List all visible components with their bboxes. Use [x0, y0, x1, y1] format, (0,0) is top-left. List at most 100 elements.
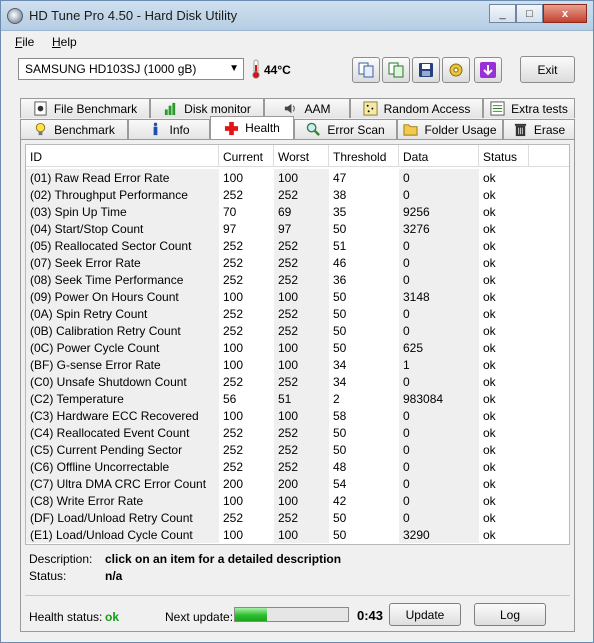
- menu-help[interactable]: Help: [52, 35, 77, 49]
- header-data[interactable]: Data: [399, 145, 479, 167]
- cell-worst: 100: [274, 169, 329, 186]
- download-button[interactable]: [474, 57, 502, 83]
- table-row[interactable]: (02) Throughput Performance 252 252 38 0 ok: [26, 186, 569, 203]
- description-value: click on an item for a detailed descript…: [105, 552, 342, 566]
- table-row[interactable]: (E1) Load/Unload Cycle Count 100 100 50 3290…: [26, 526, 569, 543]
- table-header: ID Current Worst Threshold Data Status: [26, 145, 569, 167]
- cell-data: 0: [399, 322, 479, 339]
- cell-id: (01) Raw Read Error Rate: [26, 169, 219, 186]
- log-button[interactable]: Log: [474, 603, 546, 626]
- table-row[interactable]: (08) Seek Time Performance 252 252 36 0 ok: [26, 271, 569, 288]
- menu-file[interactable]: File: [15, 35, 34, 49]
- cell-current: 100: [223, 290, 244, 304]
- save-button[interactable]: [412, 57, 440, 83]
- tab-folder-usage[interactable]: Folder Usage: [397, 119, 503, 139]
- cell-id: (04) Start/Stop Count: [26, 220, 219, 237]
- header-worst[interactable]: Worst: [274, 145, 329, 167]
- cell-threshold: 50: [333, 341, 347, 355]
- cell-threshold: 50: [333, 528, 347, 542]
- cell-id: (03) Spin Up Time: [26, 203, 219, 220]
- cell-id: (0B) Calibration Retry Count: [26, 322, 219, 339]
- tab-benchmark[interactable]: Benchmark: [20, 119, 128, 139]
- hdtune-app-icon: [7, 8, 23, 24]
- table-row[interactable]: (DF) Load/Unload Retry Count 252 252 50 0 ok: [26, 509, 569, 526]
- table-row[interactable]: (01) Raw Read Error Rate 100 100 47 0 ok: [26, 169, 569, 186]
- copy-screenshot-button[interactable]: [382, 57, 410, 83]
- cell-data: 3276: [399, 220, 479, 237]
- options-icon: [449, 63, 463, 77]
- table-row[interactable]: (09) Power On Hours Count 100 100 50 3148 ok: [26, 288, 569, 305]
- disk-monitor-icon: [165, 102, 176, 116]
- cell-id: (0A) Spin Retry Count: [26, 305, 219, 322]
- cell-current: 100: [223, 358, 244, 372]
- table-row[interactable]: (04) Start/Stop Count 97 97 50 3276 ok: [26, 220, 569, 237]
- cell-current: 100: [223, 494, 244, 508]
- cell-threshold: 50: [333, 511, 347, 525]
- cell-current: 252: [223, 511, 244, 525]
- cell-data: 983084: [399, 390, 479, 407]
- table-row[interactable]: (C4) Reallocated Event Count 252 252 50 0 ok: [26, 424, 569, 441]
- cell-id: (C7) Ultra DMA CRC Error Count: [26, 475, 219, 492]
- table-row[interactable]: (C5) Current Pending Sector 252 252 50 0 ok: [26, 441, 569, 458]
- cell-threshold: 38: [333, 188, 347, 202]
- tab-aam[interactable]: AAM: [264, 98, 350, 118]
- cell-worst: 252: [274, 186, 329, 203]
- cell-threshold: 34: [333, 358, 347, 372]
- copy-info-button[interactable]: [352, 57, 380, 83]
- cell-data: 0: [399, 254, 479, 271]
- cell-data: 0: [399, 271, 479, 288]
- table-row[interactable]: (0B) Calibration Retry Count 252 252 50 0 ok: [26, 322, 569, 339]
- thermometer-icon: [252, 59, 260, 79]
- header-id[interactable]: ID: [26, 145, 219, 167]
- table-row[interactable]: (07) Seek Error Rate 252 252 46 0 ok: [26, 254, 569, 271]
- table-row[interactable]: (C6) Offline Uncorrectable 252 252 48 0 ok: [26, 458, 569, 475]
- table-row[interactable]: (C8) Write Error Rate 100 100 42 0 ok: [26, 492, 569, 509]
- cell-data: 0: [399, 441, 479, 458]
- smart-table[interactable]: ID Current Worst Threshold Data Status (…: [25, 144, 570, 545]
- table-row[interactable]: (C7) Ultra DMA CRC Error Count 200 200 54 0 o…: [26, 475, 569, 492]
- cell-id: (05) Reallocated Sector Count: [26, 237, 219, 254]
- table-row[interactable]: (05) Reallocated Sector Count 252 252 51 0 ok: [26, 237, 569, 254]
- table-row[interactable]: (C2) Temperature 56 51 2 983084 ok: [26, 390, 569, 407]
- table-row[interactable]: (0A) Spin Retry Count 252 252 50 0 ok: [26, 305, 569, 322]
- drive-select[interactable]: SAMSUNG HD103SJ (1000 gB) ▼: [18, 58, 244, 80]
- header-status[interactable]: Status: [479, 145, 529, 167]
- tab-extra-tests[interactable]: Extra tests: [483, 98, 575, 118]
- close-button[interactable]: x: [543, 4, 587, 23]
- window-title: HD Tune Pro 4.50 - Hard Disk Utility: [29, 8, 238, 23]
- cell-status: ok: [483, 171, 496, 185]
- table-row[interactable]: (BF) G-sense Error Rate 100 100 34 1 ok: [26, 356, 569, 373]
- cell-status: ok: [483, 341, 496, 355]
- tab-error-scan[interactable]: Error Scan: [294, 119, 397, 139]
- cell-status: ok: [483, 358, 496, 372]
- update-button[interactable]: Update: [389, 603, 461, 626]
- tab-health[interactable]: Health: [210, 116, 294, 139]
- table-row[interactable]: (C0) Unsafe Shutdown Count 252 252 34 0 ok: [26, 373, 569, 390]
- title-bar[interactable]: HD Tune Pro 4.50 - Hard Disk Utility _ □…: [1, 1, 593, 31]
- health-status-bar: Health status: ok Next update: 0:43 Upda…: [25, 602, 570, 628]
- cell-status: ok: [483, 188, 496, 202]
- tab-info[interactable]: Info: [128, 119, 210, 139]
- divider: [25, 595, 570, 596]
- tab-erase[interactable]: Erase: [503, 119, 575, 139]
- cell-id: (C4) Reallocated Event Count: [26, 424, 219, 441]
- tab-file-benchmark[interactable]: File Benchmark: [20, 98, 150, 118]
- exit-button[interactable]: Exit: [520, 56, 575, 83]
- table-row[interactable]: (C3) Hardware ECC Recovered 100 100 58 0 ok: [26, 407, 569, 424]
- drive-select-value: SAMSUNG HD103SJ (1000 gB): [25, 62, 197, 76]
- maximize-button[interactable]: □: [516, 4, 543, 23]
- tab-disk-monitor[interactable]: Disk monitor: [150, 98, 264, 118]
- table-row[interactable]: (0C) Power Cycle Count 100 100 50 625 ok: [26, 339, 569, 356]
- header-threshold[interactable]: Threshold: [329, 145, 399, 167]
- cell-current: 252: [223, 239, 244, 253]
- cell-status: ok: [483, 409, 496, 423]
- tab-random-access[interactable]: Random Access: [350, 98, 483, 118]
- cell-data: 0: [399, 424, 479, 441]
- cell-id: (BF) G-sense Error Rate: [26, 356, 219, 373]
- cell-current: 252: [223, 324, 244, 338]
- options-button[interactable]: [442, 57, 470, 83]
- table-row[interactable]: (03) Spin Up Time 70 69 35 9256 ok: [26, 203, 569, 220]
- cell-worst: 252: [274, 441, 329, 458]
- header-current[interactable]: Current: [219, 145, 274, 167]
- minimize-button[interactable]: _: [489, 4, 516, 23]
